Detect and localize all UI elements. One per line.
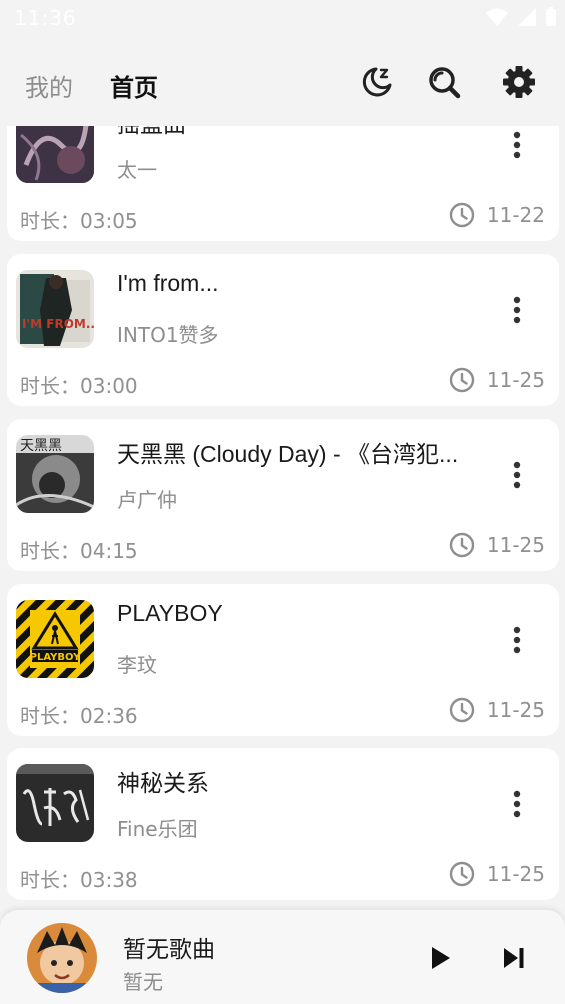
date-text: 11-25 [486, 862, 545, 886]
more-options-button[interactable] [503, 618, 531, 662]
song-duration: 时长：02:36 [20, 704, 138, 728]
song-title: PLAYBOY [117, 600, 223, 626]
song-card[interactable]: 天黑黑 天黑黑 (Cloudy Day) - 《台湾犯... 卢广仲 时长：04… [7, 419, 559, 571]
song-artist: 卢广仲 [117, 488, 177, 512]
clock-icon [449, 532, 475, 558]
signal-icon [518, 8, 536, 26]
song-date: 11-22 [449, 199, 545, 231]
date-text: 11-25 [486, 698, 545, 722]
song-duration: 时长：03:00 [20, 374, 138, 398]
settings-button[interactable] [499, 62, 539, 102]
next-track-button[interactable] [496, 940, 532, 976]
song-title: 天黑黑 (Cloudy Day) - 《台湾犯... [117, 441, 459, 467]
song-title: I'm from... [117, 270, 219, 296]
song-duration: 时长：04:15 [20, 539, 138, 563]
song-artist: 太一 [117, 158, 157, 182]
date-text: 11-25 [486, 368, 545, 392]
more-options-button[interactable] [503, 453, 531, 497]
play-icon [432, 947, 450, 969]
song-card[interactable]: 摇篮曲 太一 时长：03:05 11-22 [7, 126, 559, 241]
song-artist: Fine乐团 [117, 817, 198, 841]
cover-text: 天黑黑 [20, 438, 62, 454]
more-options-button[interactable] [503, 126, 531, 167]
more-vertical-icon [513, 131, 521, 159]
song-duration: 时长：03:38 [20, 868, 138, 892]
clock-icon [449, 367, 475, 393]
tab-mine[interactable]: 我的 [25, 68, 73, 103]
song-duration: 时长：03:05 [20, 209, 138, 233]
battery-icon [546, 7, 556, 26]
song-date: 11-25 [449, 694, 545, 726]
date-text: 11-22 [486, 203, 545, 227]
album-cover [16, 126, 94, 183]
album-cover: I'M FROM... [16, 270, 94, 348]
song-date: 11-25 [449, 858, 545, 890]
night-mode-button[interactable] [357, 62, 397, 102]
song-title: 摇篮曲 [117, 126, 487, 139]
song-card[interactable]: PLAYBOY PLAYBOY 李玟 时长：02:36 11-25 [7, 584, 559, 736]
cover-text: I'M FROM... [22, 317, 94, 331]
skip-next-icon [504, 948, 524, 968]
now-playing-cover[interactable] [27, 923, 97, 993]
status-icons [485, 7, 557, 27]
clock-icon [449, 861, 475, 887]
album-cover [16, 764, 94, 842]
more-vertical-icon [513, 296, 521, 324]
album-cover: PLAYBOY [16, 600, 94, 678]
song-artist: 李玟 [117, 653, 157, 677]
song-date: 11-25 [449, 364, 545, 396]
date-text: 11-25 [486, 533, 545, 557]
status-bar: 11:36 [0, 0, 565, 38]
album-cover: 天黑黑 [16, 435, 94, 513]
clock-icon [449, 697, 475, 723]
more-vertical-icon [513, 626, 521, 654]
status-time: 11:36 [14, 6, 77, 30]
more-options-button[interactable] [503, 782, 531, 826]
search-icon [429, 67, 461, 99]
now-playing-title: 暂无歌曲 [123, 937, 215, 963]
top-header: 我的 首页 [0, 38, 565, 126]
night-mode-icon [362, 67, 392, 97]
more-vertical-icon [513, 461, 521, 489]
tab-home[interactable]: 首页 [110, 68, 158, 103]
play-button[interactable] [422, 940, 458, 976]
settings-icon [503, 66, 535, 98]
cover-text: PLAYBOY [30, 652, 81, 663]
song-title: 神秘关系 [117, 770, 209, 796]
song-card[interactable]: I'M FROM... I'm from... INTO1赞多 时长：03:00… [7, 254, 559, 406]
song-artist: INTO1赞多 [117, 323, 219, 347]
now-playing-artist: 暂无 [123, 970, 163, 994]
song-list[interactable]: 摇篮曲 太一 时长：03:05 11-22 I'M FROM... [0, 126, 565, 910]
song-date: 11-25 [449, 529, 545, 561]
more-options-button[interactable] [503, 288, 531, 332]
wifi-icon [486, 8, 508, 26]
clock-icon [449, 202, 475, 228]
song-card[interactable]: 神秘关系 Fine乐团 时长：03:38 11-25 [7, 748, 559, 900]
mini-player[interactable]: 暂无歌曲 暂无 [0, 910, 565, 1004]
app-screen: 11:36 我的 首页 太一 时长：03:05 11-22 I'M FROM..… [0, 0, 565, 1004]
search-button[interactable] [424, 62, 464, 102]
more-vertical-icon [513, 790, 521, 818]
